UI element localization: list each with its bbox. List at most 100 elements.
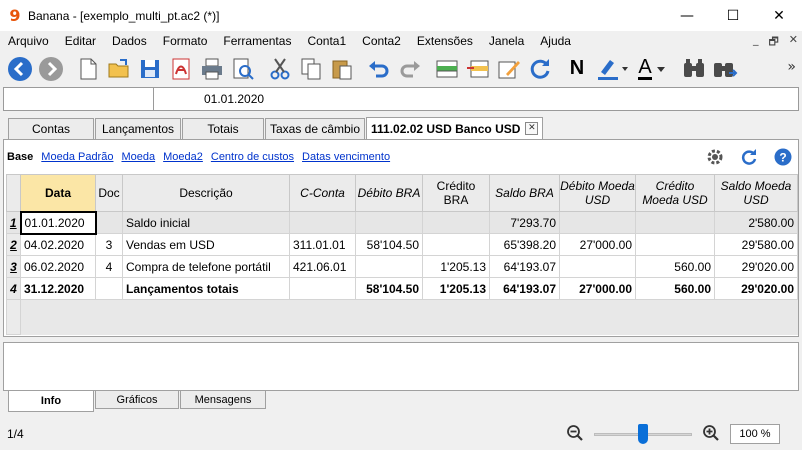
- header-saldo-moeda-usd[interactable]: Saldo Moeda USD: [714, 174, 798, 212]
- doc-minimize-button[interactable]: _: [753, 33, 759, 52]
- minimize-button[interactable]: —: [664, 0, 710, 31]
- tab-taxas-de-cambio[interactable]: Taxas de câmbio: [265, 118, 365, 139]
- zoom-level-input[interactable]: 100 %: [730, 424, 780, 444]
- cell-credit[interactable]: [422, 233, 490, 256]
- cell-balance-currency[interactable]: 29'020.00: [714, 277, 798, 300]
- cell-balance[interactable]: 64'193.07: [489, 255, 560, 278]
- cell-balance-currency[interactable]: 2'580.00: [714, 211, 798, 234]
- row-number[interactable]: 2: [6, 233, 21, 256]
- header-debito-moeda-usd[interactable]: Débito Moeda USD: [559, 174, 636, 212]
- print-preview-icon[interactable]: [228, 54, 258, 84]
- redo-icon[interactable]: [395, 54, 425, 84]
- cell-doc[interactable]: 3: [95, 233, 123, 256]
- find-next-icon[interactable]: [710, 54, 740, 84]
- menu-formato[interactable]: Formato: [155, 31, 216, 51]
- header-credito-moeda-usd[interactable]: Crédito Moeda USD: [635, 174, 715, 212]
- menu-arquivo[interactable]: Arquivo: [0, 31, 57, 51]
- header-data[interactable]: Data: [20, 174, 96, 212]
- menu-dados[interactable]: Dados: [104, 31, 155, 51]
- menu-extensoes[interactable]: Extensões: [409, 31, 481, 51]
- cell-debit[interactable]: 58'104.50: [355, 233, 423, 256]
- view-base[interactable]: Base: [7, 151, 33, 163]
- toolbar-more-button[interactable]: »: [787, 59, 796, 75]
- print-icon[interactable]: [197, 54, 227, 84]
- zoom-out-icon[interactable]: [566, 424, 584, 442]
- menu-conta2[interactable]: Conta2: [354, 31, 409, 51]
- header-descricao[interactable]: Descrição: [122, 174, 290, 212]
- tab-lancamentos[interactable]: Lançamentos: [95, 118, 181, 139]
- table-row[interactable]: 2 04.02.2020 3 Vendas em USD 311.01.01 5…: [6, 233, 798, 256]
- menu-janela[interactable]: Janela: [481, 31, 532, 51]
- settings-gear-icon[interactable]: [706, 148, 724, 166]
- tab-info[interactable]: Info: [8, 391, 94, 412]
- view-centro-de-custos[interactable]: Centro de custos: [211, 151, 294, 163]
- cell-credit[interactable]: [422, 211, 490, 234]
- tab-totais[interactable]: Totais: [182, 118, 264, 139]
- cell-editor-input[interactable]: 01.01.2020: [204, 92, 264, 106]
- cell-date[interactable]: 31.12.2020: [20, 277, 96, 300]
- paste-icon[interactable]: [327, 54, 357, 84]
- find-icon[interactable]: [679, 54, 709, 84]
- cell-balance[interactable]: 64'193.07: [489, 277, 560, 300]
- delete-rows-icon[interactable]: [463, 54, 493, 84]
- menu-ajuda[interactable]: Ajuda: [532, 31, 579, 51]
- new-file-icon[interactable]: [73, 54, 103, 84]
- totals-row[interactable]: 4 31.12.2020 Lançamentos totais 58'104.5…: [6, 277, 798, 300]
- cell-reference-box[interactable]: [4, 88, 154, 110]
- cell-credit-currency[interactable]: 560.00: [635, 255, 715, 278]
- tab-mensagens[interactable]: Mensagens: [180, 391, 266, 409]
- header-debito-bra[interactable]: Débito BRA: [355, 174, 423, 212]
- maximize-button[interactable]: ☐: [710, 0, 756, 31]
- cell-debit-currency[interactable]: 27'000.00: [559, 233, 636, 256]
- bold-icon[interactable]: N: [562, 54, 592, 84]
- cell-debit[interactable]: [355, 211, 423, 234]
- refresh-icon[interactable]: [740, 148, 758, 166]
- view-moeda[interactable]: Moeda: [121, 151, 155, 163]
- close-button[interactable]: ✕: [756, 0, 802, 31]
- cell-credit-currency[interactable]: [635, 233, 715, 256]
- cell-balance[interactable]: 7'293.70: [489, 211, 560, 234]
- cell-debit[interactable]: [355, 255, 423, 278]
- cell-debit-currency[interactable]: [559, 255, 636, 278]
- tab-account-card[interactable]: 111.02.02 USD Banco USD ✕: [366, 117, 544, 139]
- header-c-conta[interactable]: C-Conta: [289, 174, 356, 212]
- cell-description[interactable]: Compra de telefone portátil: [122, 255, 290, 278]
- view-moeda2[interactable]: Moeda2: [163, 151, 203, 163]
- cell-credit-currency[interactable]: 560.00: [635, 277, 715, 300]
- header-credito-bra[interactable]: Crédito BRA: [422, 174, 490, 212]
- tab-contas[interactable]: Contas: [8, 118, 94, 139]
- cell-date[interactable]: 04.02.2020: [20, 233, 96, 256]
- cell-balance-currency[interactable]: 29'020.00: [714, 255, 798, 278]
- cell-debit[interactable]: 58'104.50: [355, 277, 423, 300]
- view-moeda-padrao[interactable]: Moeda Padrão: [41, 151, 113, 163]
- undo-icon[interactable]: [364, 54, 394, 84]
- doc-restore-button[interactable]: 🗗: [768, 33, 778, 52]
- cell-description[interactable]: Saldo inicial: [122, 211, 290, 234]
- forward-icon[interactable]: [36, 54, 66, 84]
- cell-doc[interactable]: [95, 211, 123, 234]
- row-number[interactable]: 1: [6, 211, 21, 234]
- font-color-icon[interactable]: A: [632, 54, 672, 84]
- cut-icon[interactable]: [265, 54, 295, 84]
- open-folder-icon[interactable]: [104, 54, 134, 84]
- cell-contra-account[interactable]: 421.06.01: [289, 255, 356, 278]
- cell-description[interactable]: Vendas em USD: [122, 233, 290, 256]
- cell-credit-currency[interactable]: [635, 211, 715, 234]
- save-icon[interactable]: [135, 54, 165, 84]
- cell-credit[interactable]: 1'205.13: [422, 255, 490, 278]
- view-datas-vencimento[interactable]: Datas vencimento: [302, 151, 390, 163]
- pdf-icon[interactable]: [166, 54, 196, 84]
- recalculate-icon[interactable]: [525, 54, 555, 84]
- doc-close-button[interactable]: ✕: [789, 33, 798, 52]
- row-number[interactable]: 3: [6, 255, 21, 278]
- cell-doc[interactable]: 4: [95, 255, 123, 278]
- cell-contra-account[interactable]: [289, 277, 356, 300]
- edit-icon[interactable]: [494, 54, 524, 84]
- close-tab-icon[interactable]: ✕: [525, 122, 539, 135]
- copy-icon[interactable]: [296, 54, 326, 84]
- menu-ferramentas[interactable]: Ferramentas: [215, 31, 299, 51]
- help-icon[interactable]: ?: [774, 148, 792, 166]
- cell-contra-account[interactable]: 311.01.01: [289, 233, 356, 256]
- header-saldo-bra[interactable]: Saldo BRA: [489, 174, 560, 212]
- tab-graficos[interactable]: Gráficos: [95, 391, 179, 409]
